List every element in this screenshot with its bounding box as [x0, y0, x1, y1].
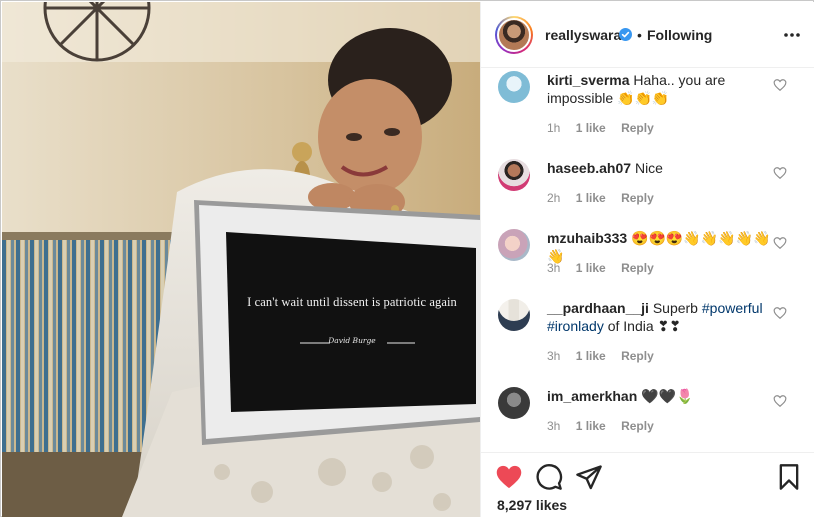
heart-filled-icon[interactable]	[495, 463, 523, 491]
comment-meta: 3h 1 like Reply	[547, 419, 666, 433]
post-actions-bar: 8,297 likes	[481, 452, 814, 517]
comment-text: Nice	[634, 160, 663, 176]
header-separator: •	[637, 27, 642, 43]
comment-like-count[interactable]: 1 like	[576, 419, 606, 433]
more-horizontal-icon[interactable]	[781, 26, 803, 44]
comment-time[interactable]: 3h	[547, 419, 560, 433]
instagram-post-window: I can't wait until dissent is patriotic …	[0, 0, 814, 517]
author-username-link[interactable]: reallyswara	[545, 27, 621, 43]
comment-meta: 3h 1 like Reply	[547, 261, 666, 275]
commenter-avatar[interactable]	[498, 387, 530, 419]
comment-text-block: im_amerkhan 🖤🖤🌷	[547, 387, 772, 405]
comment-time[interactable]: 3h	[547, 349, 560, 363]
bookmark-icon[interactable]	[775, 463, 803, 491]
hashtag-link[interactable]: #powerful	[702, 300, 763, 316]
post-side-panel: reallyswara • Following kirti_sverma Hah…	[480, 2, 814, 517]
comment-like-heart-icon[interactable]	[773, 236, 787, 250]
comment-reply-button[interactable]: Reply	[621, 261, 654, 275]
comment-reply-button[interactable]: Reply	[621, 121, 654, 135]
comment-reply-button[interactable]: Reply	[621, 191, 654, 205]
post-header: reallyswara • Following	[481, 2, 814, 68]
comment-text-block: mzuhaib333 😍😍😍👋👋👋👋👋👋	[547, 229, 772, 265]
comment-like-count[interactable]: 1 like	[576, 121, 606, 135]
hashtag-link[interactable]: #ironlady	[547, 318, 604, 334]
comment-like-heart-icon[interactable]	[773, 78, 787, 92]
commenter-avatar[interactable]	[498, 159, 530, 191]
comment-username[interactable]: kirti_sverma	[547, 72, 630, 88]
comment-like-count[interactable]: 1 like	[576, 191, 606, 205]
board-quote-text: I can't wait until dissent is patriotic …	[247, 295, 457, 309]
commenter-avatar[interactable]	[498, 299, 530, 331]
board-signature-text: David Burge	[328, 336, 376, 345]
likes-count[interactable]: 8,297 likes	[497, 497, 567, 513]
comment-like-count[interactable]: 1 like	[576, 349, 606, 363]
comment-text: of India ❣❣	[607, 318, 681, 334]
following-button[interactable]: Following	[647, 27, 712, 43]
comment-icon[interactable]	[535, 463, 563, 491]
author-avatar-image	[497, 18, 531, 52]
comment-time[interactable]: 2h	[547, 191, 560, 205]
comment-reply-button[interactable]: Reply	[621, 349, 654, 363]
comments-list[interactable]: kirti_sverma Haha.. you are impossible 👏…	[481, 68, 814, 452]
comment-time[interactable]: 3h	[547, 261, 560, 275]
comment-meta: 3h 1 like Reply	[547, 349, 666, 363]
commenter-avatar[interactable]	[498, 229, 530, 261]
comment-time[interactable]: 1h	[547, 121, 560, 135]
comment-username[interactable]: im_amerkhan	[547, 388, 637, 404]
comment-text: Superb	[652, 300, 698, 316]
comment-like-heart-icon[interactable]	[773, 166, 787, 180]
comment-like-heart-icon[interactable]	[773, 394, 787, 408]
comment-meta: 1h 1 like Reply	[547, 121, 666, 135]
verified-badge-icon	[619, 28, 632, 41]
comment-text: 🖤🖤🌷	[641, 388, 694, 404]
comment-text-block: __pardhaan__ji Superb #powerful #ironlad…	[547, 299, 772, 335]
comment-like-heart-icon[interactable]	[773, 306, 787, 320]
comment-text-block: kirti_sverma Haha.. you are impossible 👏…	[547, 71, 772, 107]
photo-illustration	[2, 2, 480, 517]
commenter-avatar[interactable]	[498, 71, 530, 103]
post-photo[interactable]: I can't wait until dissent is patriotic …	[2, 2, 480, 517]
comment-username[interactable]: __pardhaan__ji	[547, 300, 649, 316]
comment-meta: 2h 1 like Reply	[547, 191, 666, 205]
author-avatar[interactable]	[495, 16, 533, 54]
share-icon[interactable]	[575, 463, 603, 491]
comment-username[interactable]: haseeb.ah07	[547, 160, 631, 176]
comment-like-count[interactable]: 1 like	[576, 261, 606, 275]
comment-reply-button[interactable]: Reply	[621, 419, 654, 433]
comment-text-block: haseeb.ah07 Nice	[547, 159, 772, 177]
comment-username[interactable]: mzuhaib333	[547, 230, 627, 246]
